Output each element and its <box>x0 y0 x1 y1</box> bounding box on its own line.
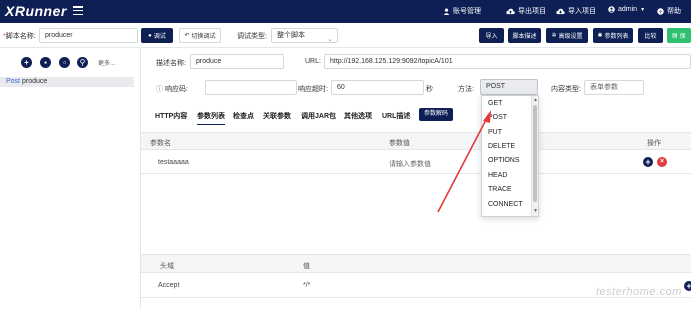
watermark: testerhome.com <box>596 286 682 298</box>
annotation-arrow <box>437 110 491 213</box>
